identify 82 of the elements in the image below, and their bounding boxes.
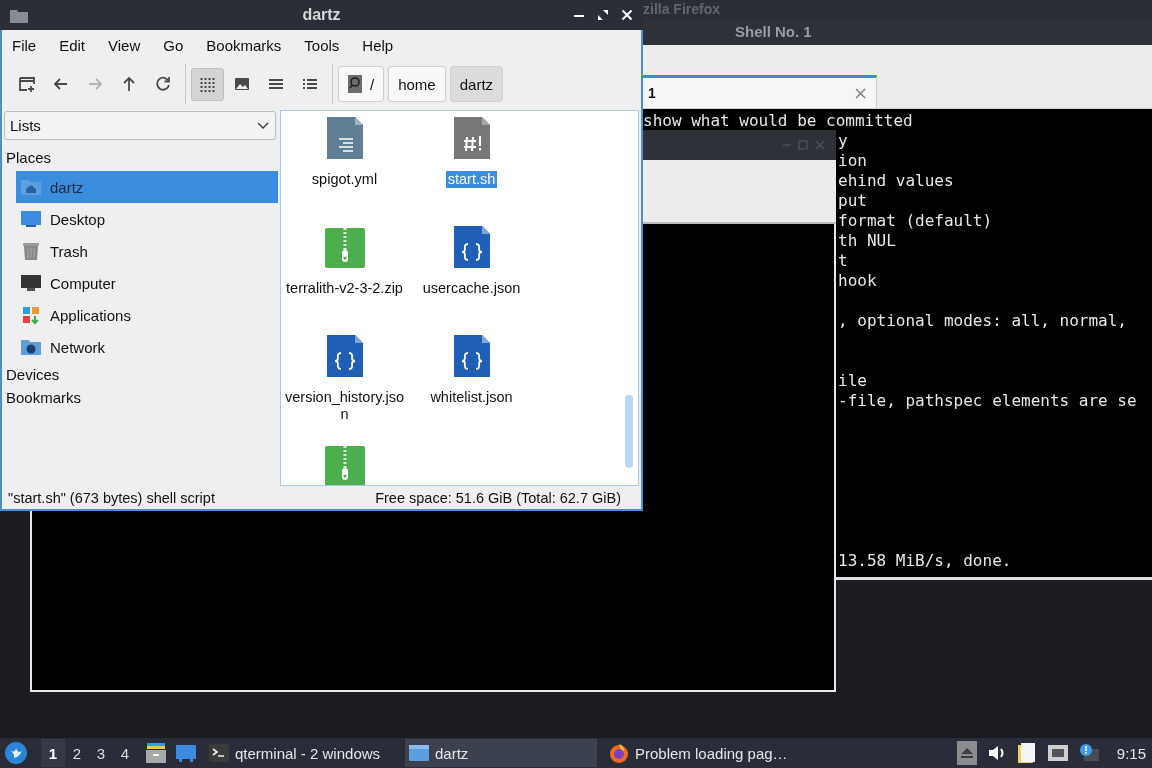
icons-view-button[interactable] [191, 67, 224, 101]
menu-item[interactable]: Bookmarks [206, 36, 282, 54]
clock[interactable]: 9:15 [1116, 744, 1146, 762]
terminal-line: show what would be committed [643, 111, 914, 131]
desktop-icon [20, 208, 42, 230]
clipboard-icon[interactable] [1016, 742, 1037, 764]
sidebar-item[interactable]: Network [16, 331, 278, 363]
free-space-text: Free space: 51.6 GiB (Total: 62.7 GiB) [375, 489, 621, 506]
file-name[interactable]: spigot.yml [309, 171, 380, 188]
terminal-line: , optional modes: all, normal, [838, 311, 1128, 331]
menu-item[interactable]: Help [362, 36, 394, 54]
trash-icon [20, 240, 42, 262]
text-file-icon[interactable] [324, 117, 365, 161]
terminal-line: ile [838, 371, 868, 391]
start-menu-icon[interactable] [5, 742, 27, 764]
sidebar-item[interactable]: Applications [16, 299, 278, 331]
file-name[interactable]: usercache.json [420, 280, 523, 297]
terminal-line: t [838, 251, 849, 271]
taskbar-task[interactable]: qterminal - 2 windows [205, 739, 397, 767]
status-text: "start.sh" (673 bytes) shell script [8, 489, 215, 506]
terminal-line: th NUL [838, 231, 897, 251]
workspace-button[interactable]: 2 [65, 739, 89, 767]
menu-item[interactable]: File [12, 36, 37, 54]
chevron-down-icon [257, 121, 269, 130]
file-cabinet-icon[interactable] [145, 742, 167, 764]
script-file-icon[interactable] [451, 117, 492, 161]
path-button[interactable]: / [338, 66, 385, 102]
terminal-line: put [838, 191, 868, 211]
window-title: dartz [302, 6, 341, 24]
terminal-line: ion [838, 151, 868, 171]
menu-item[interactable]: Edit [59, 36, 86, 54]
image-icon [232, 75, 251, 93]
reload-icon [153, 75, 172, 93]
notification-icon[interactable] [1078, 743, 1099, 763]
file-name[interactable]: terralith-v2-3-2.zip [284, 280, 405, 297]
sidebar-item[interactable]: Trash [16, 235, 278, 267]
menu-item[interactable]: Go [163, 36, 184, 54]
sidebar-item[interactable]: Computer [16, 267, 278, 299]
applications-icon [20, 304, 42, 326]
side-pane-dropdown[interactable]: Lists [4, 111, 276, 140]
workspace-button[interactable]: 4 [113, 739, 137, 767]
section-heading[interactable]: Devices [4, 363, 278, 386]
section-heading: Places [5, 149, 53, 168]
sidebar-item[interactable]: dartz [16, 171, 278, 203]
window-title: Shell No. 1 [735, 23, 812, 40]
folder-icon [409, 743, 429, 763]
network-icon[interactable] [1046, 743, 1069, 763]
eject-icon[interactable] [956, 741, 977, 765]
braces-file-icon[interactable] [451, 226, 492, 270]
braces-file-icon[interactable] [324, 335, 365, 379]
computer-icon [20, 272, 42, 294]
workspace-button[interactable]: 3 [89, 739, 113, 767]
path-button[interactable]: home [388, 66, 446, 102]
terminal-line: format (default) [838, 211, 994, 231]
taskbar-task[interactable]: Problem loading pag… [605, 739, 797, 767]
path-button[interactable]: dartz [449, 66, 504, 102]
taskbar-task[interactable]: dartz [405, 739, 597, 767]
braces-file-icon[interactable] [451, 335, 492, 379]
terminal-line: ehind values [838, 171, 955, 191]
dot-grid-icon [198, 75, 217, 93]
terminal-line: 13.58 MiB/s, done. [838, 551, 1013, 571]
menu-item[interactable]: View [108, 36, 141, 54]
terminal-tab[interactable]: 1 [643, 75, 877, 108]
terminal-icon [209, 743, 229, 763]
folder-icon [10, 7, 28, 23]
terminal-line: y [838, 131, 849, 151]
new-tab-icon [17, 75, 36, 93]
file-name[interactable]: whitelist.json [428, 389, 515, 406]
browser-icon [609, 743, 629, 763]
archive-file-icon[interactable] [324, 444, 365, 485]
terminal-line: hook [838, 271, 878, 291]
scrollbar-thumb[interactable] [625, 395, 633, 468]
workspace-button[interactable]: 1 [41, 739, 65, 767]
desktop-icon[interactable] [175, 742, 197, 764]
menu-item[interactable]: Tools [304, 36, 340, 54]
maximize-icon[interactable] [597, 9, 609, 21]
drive-icon [348, 75, 362, 93]
section-heading[interactable]: Bookmarks [4, 386, 278, 409]
sidebar-item[interactable]: Desktop [16, 203, 278, 235]
terminal-line: -file, pathspec elements are se [838, 391, 1138, 411]
file-name[interactable]: version_history.json [282, 389, 407, 423]
archive-file-icon[interactable] [324, 226, 365, 270]
